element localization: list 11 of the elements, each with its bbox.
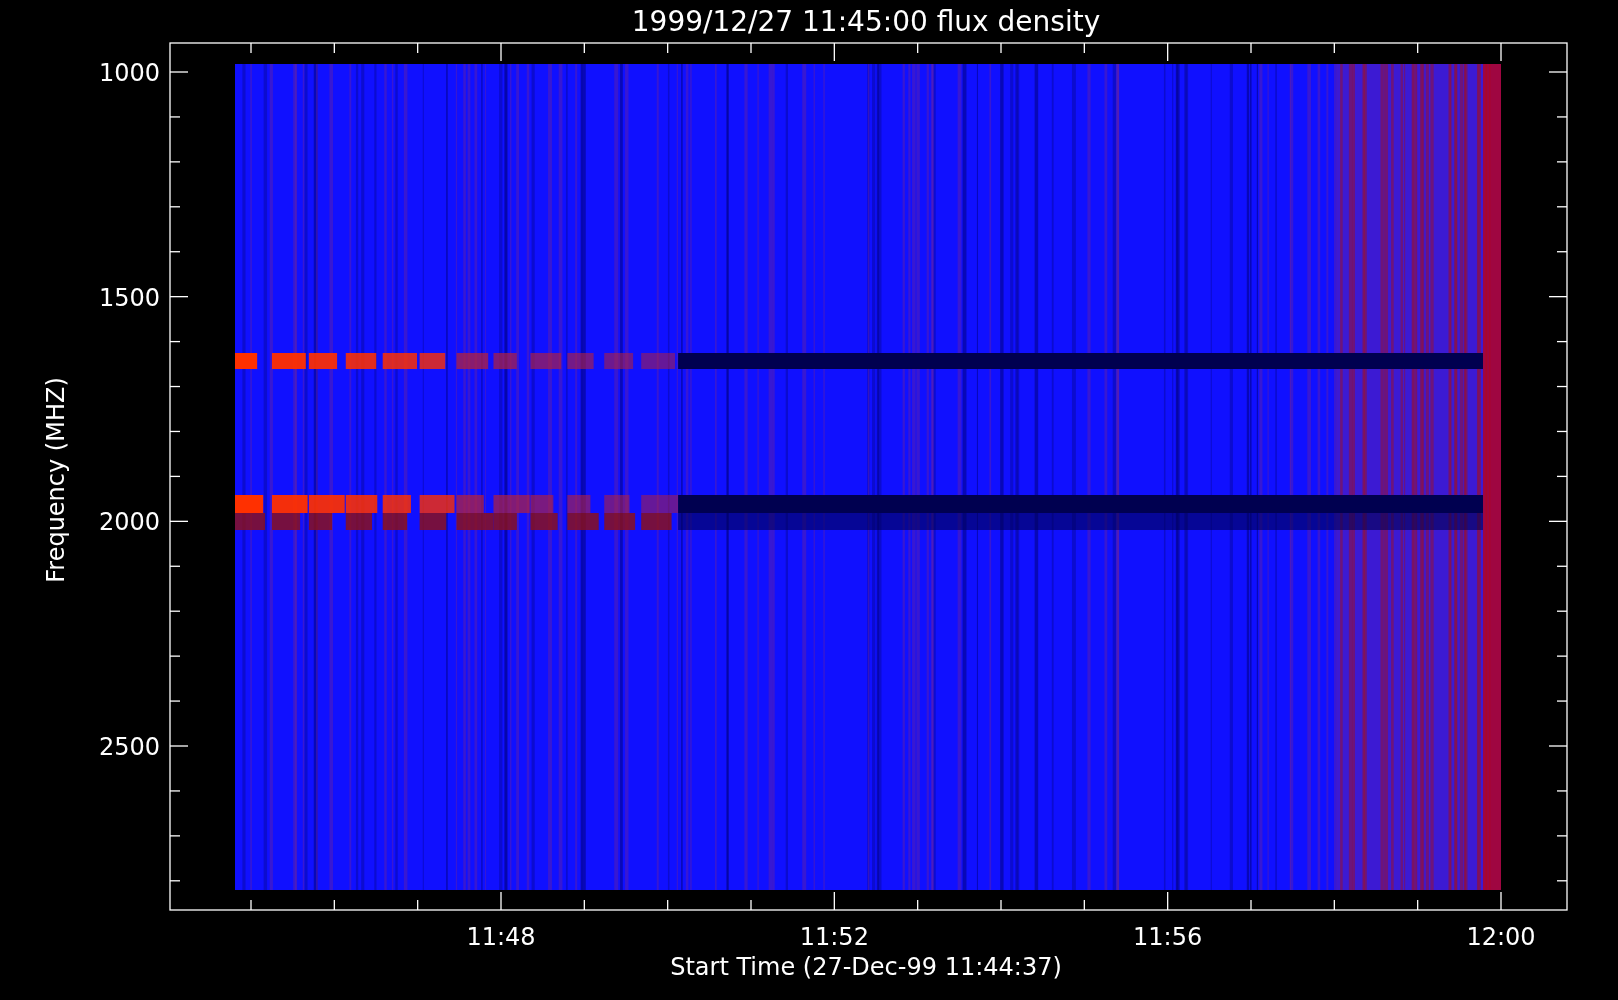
axis-label: Start Time (27-Dec-99 11:44:37): [670, 953, 1062, 981]
axis-label: Frequency (MHZ): [42, 377, 70, 583]
tick-label: 11:48: [466, 923, 536, 951]
tick-label: 1500: [98, 283, 160, 312]
plot-title: 1999/12/27 11:45:00 flux density: [631, 5, 1101, 38]
tick-label: 1000: [98, 59, 160, 87]
tick-label: 12:00: [1466, 923, 1536, 951]
tick-label: 11:52: [799, 923, 869, 951]
tick-label: 11:56: [1133, 923, 1203, 951]
tick-label: 2000: [98, 508, 160, 537]
tick-label: 2500: [98, 733, 160, 761]
